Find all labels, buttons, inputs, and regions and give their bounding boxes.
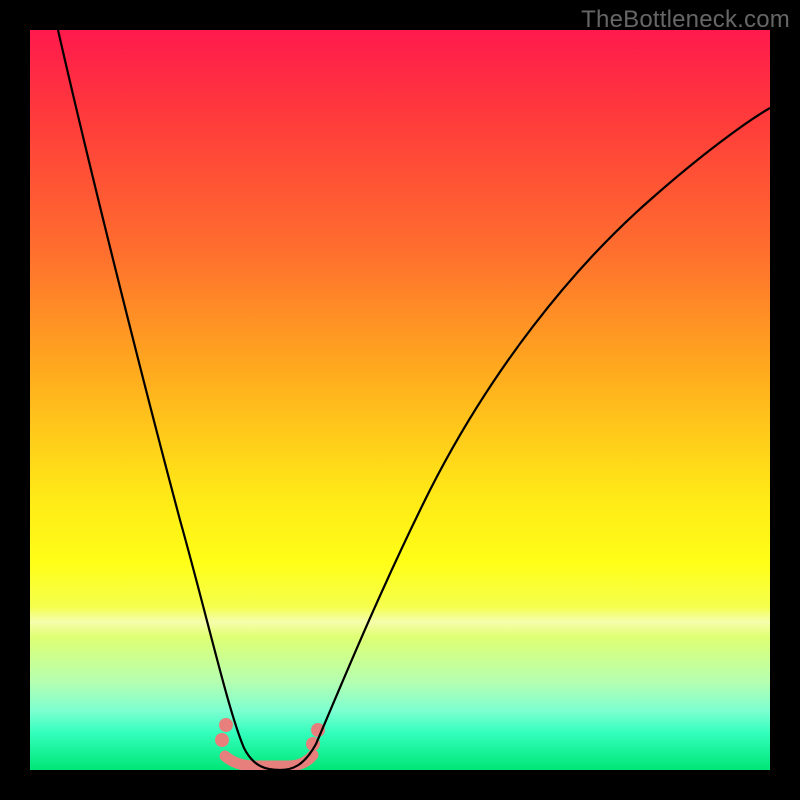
plot-area: [30, 30, 770, 770]
tolerance-dot: [215, 733, 229, 747]
watermark-text: TheBottleneck.com: [581, 6, 790, 34]
bottleneck-curve: [58, 30, 770, 770]
curve-svg: [30, 30, 770, 770]
chart-frame: TheBottleneck.com: [0, 0, 800, 800]
tolerance-dot: [219, 718, 233, 732]
